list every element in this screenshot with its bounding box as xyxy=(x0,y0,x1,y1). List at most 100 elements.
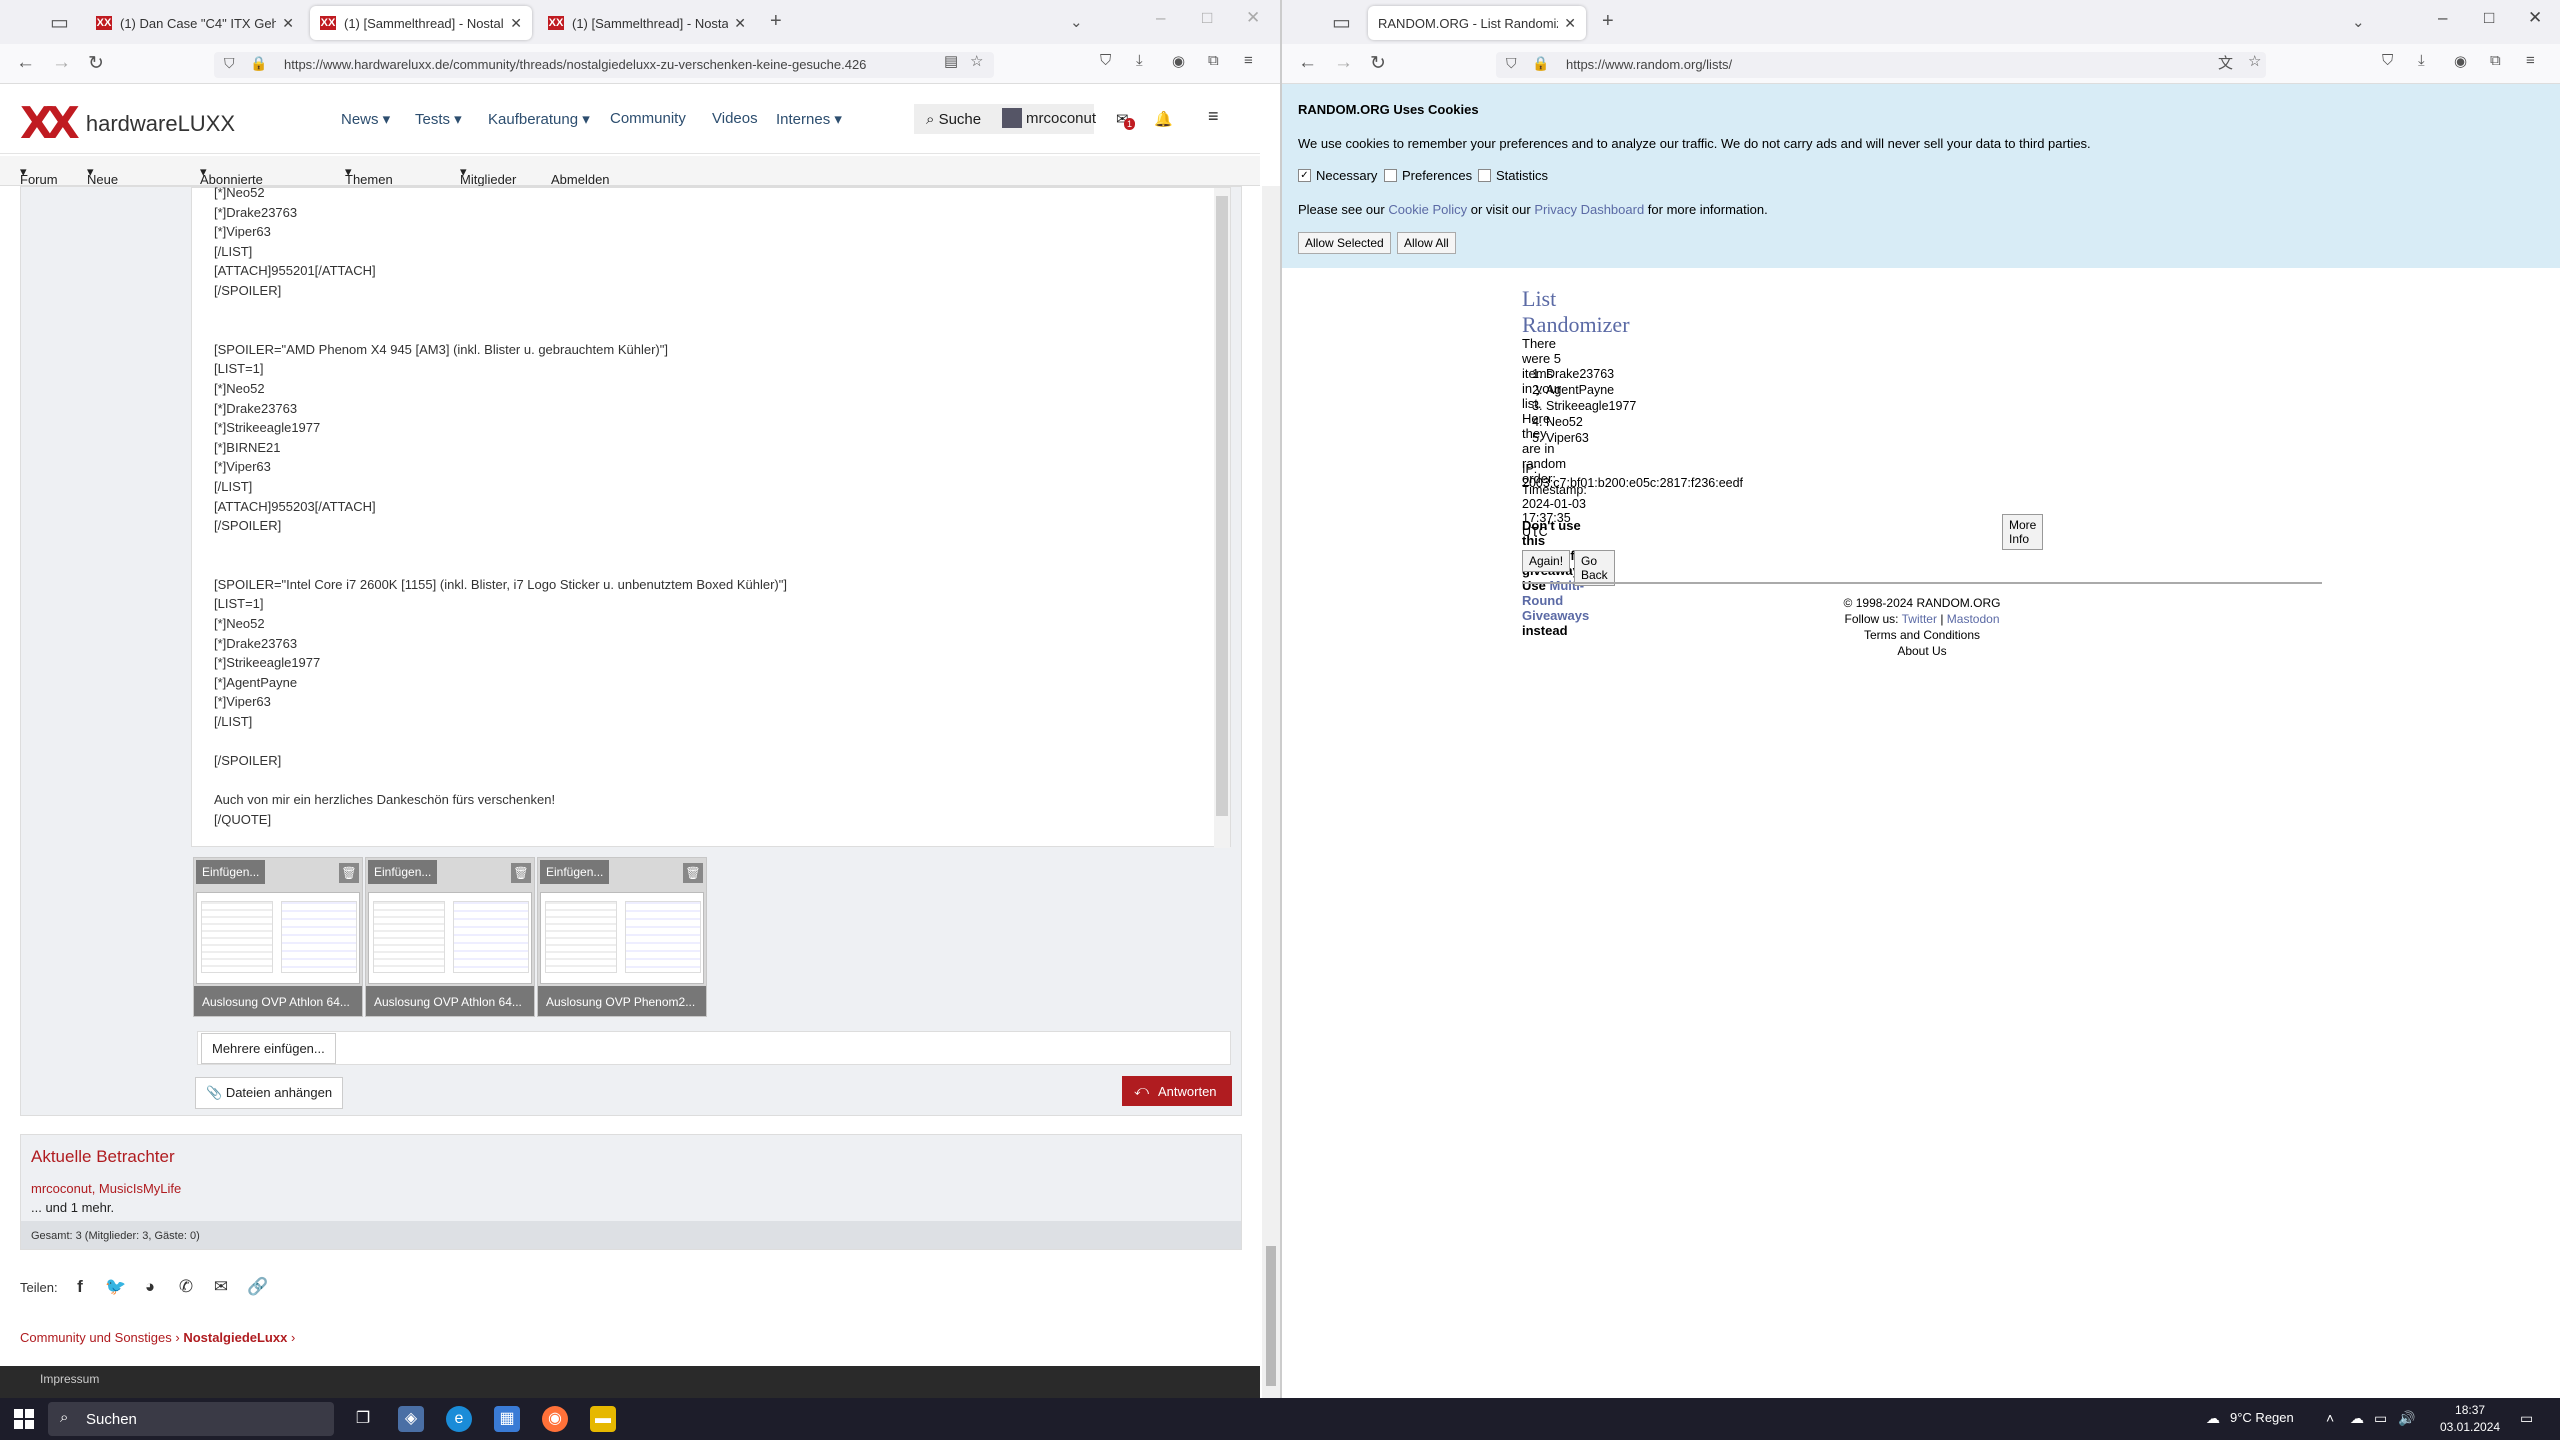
footer-imprint[interactable]: Impressum xyxy=(40,1372,99,1386)
viewer-names[interactable]: mrcoconut, MusicIsMyLife xyxy=(31,1181,181,1196)
minimize-icon[interactable]: – xyxy=(2438,8,2447,28)
page-scrollbar[interactable] xyxy=(1262,186,1280,1398)
insert-more-button[interactable]: Mehrere einfügen... xyxy=(201,1033,336,1064)
menu-icon[interactable]: ≡ xyxy=(1244,52,1253,69)
email-icon[interactable]: ✉ xyxy=(211,1277,231,1297)
close-icon[interactable]: ✕ xyxy=(282,15,294,32)
firefox-icon[interactable]: ◉ xyxy=(542,1406,568,1432)
chevron-up-icon[interactable]: ˄ xyxy=(2326,1410,2334,1426)
download-icon[interactable]: ⤓ xyxy=(1136,52,1143,69)
user-menu[interactable]: mrcoconut xyxy=(1026,110,1096,127)
attach-files-button[interactable]: 📎 Dateien anhängen xyxy=(195,1077,344,1109)
close-window-icon[interactable]: ✕ xyxy=(1246,8,1260,28)
clock[interactable]: 18:37 03.01.2024 xyxy=(2440,1402,2500,1436)
page-scroll-thumb[interactable] xyxy=(1266,1246,1276,1386)
volume-icon[interactable]: 🔊 xyxy=(2398,1410,2415,1427)
go-back-button[interactable]: Go Back xyxy=(1574,550,1615,586)
hamburger-icon[interactable]: ≡ xyxy=(1208,106,1219,127)
more-info-button[interactable]: More Info xyxy=(2002,514,2044,550)
editor-text[interactable]: [*]Neo52 [*]Drake23763 [*]Viper63 [/LIST… xyxy=(214,183,787,830)
lock-icon[interactable]: 🔒 xyxy=(1532,55,1549,72)
delete-attachment-icon[interactable]: 🗑 xyxy=(511,863,531,883)
close-icon[interactable]: ✕ xyxy=(510,15,522,32)
again-button[interactable]: Again! xyxy=(1522,550,1571,572)
maximize-icon[interactable]: □ xyxy=(2484,8,2494,28)
forward-icon[interactable]: → xyxy=(1334,52,1353,74)
menu-icon[interactable]: ≡ xyxy=(2526,52,2535,69)
cloud-icon[interactable]: ☁ xyxy=(2350,1410,2364,1427)
tab-list-icon[interactable]: ⌄ xyxy=(2352,13,2365,31)
insert-attachment-button[interactable]: Einfügen... xyxy=(368,860,438,884)
tab-dan-case[interactable]: XX(1) Dan Case "C4" ITX Gehäuse✕ xyxy=(86,6,304,40)
pocket-icon[interactable]: ⛉ xyxy=(2382,52,2393,69)
weather-text[interactable]: 9°C Regen xyxy=(2230,1410,2294,1425)
task-view-icon[interactable]: ❐ xyxy=(350,1406,376,1432)
avatar[interactable] xyxy=(1002,108,1022,128)
tab-overview-icon[interactable]: ▭ xyxy=(1332,10,1351,35)
subnav-members[interactable]: Mitglieder ▾ xyxy=(460,164,516,187)
calculator-icon[interactable]: ▦ xyxy=(494,1406,520,1432)
site-logo[interactable]: XX hardwareLUXX xyxy=(20,98,235,149)
twitter-icon[interactable]: 🐦 xyxy=(105,1277,126,1297)
cookie-statistics-checkbox[interactable]: Statistics xyxy=(1478,168,1548,183)
extensions-icon[interactable]: ⧉ xyxy=(2490,52,2501,69)
cookie-necessary-checkbox[interactable]: ✓ Necessary xyxy=(1298,168,1377,183)
subnav-subscribed[interactable]: Abonnierte Themen ▾ xyxy=(200,164,263,202)
insert-attachment-button[interactable]: Einfügen... xyxy=(540,860,610,884)
attachment-thumbnail[interactable]: Einfügen... 🗑 Auslosung OVP Phenom2... xyxy=(537,857,707,1017)
privacy-dashboard-link[interactable]: Privacy Dashboard xyxy=(1534,202,1644,217)
allow-selected-button[interactable]: Allow Selected xyxy=(1298,232,1391,254)
new-tab-icon[interactable]: + xyxy=(770,10,782,33)
delete-attachment-icon[interactable]: 🗑 xyxy=(683,863,703,883)
subnav-forum[interactable]: Forum ▾ xyxy=(20,164,58,187)
whatsapp-icon[interactable]: ✆ xyxy=(176,1277,196,1297)
account-icon[interactable]: ◉ xyxy=(2454,52,2467,70)
editor-scroll-thumb[interactable] xyxy=(1216,196,1228,816)
delete-attachment-icon[interactable]: 🗑 xyxy=(339,863,359,883)
maximize-icon[interactable]: □ xyxy=(1202,8,1212,28)
translate-icon[interactable]: 文 xyxy=(2218,52,2233,73)
shield-icon[interactable]: ⛉ xyxy=(1506,55,1517,72)
minimize-icon[interactable]: – xyxy=(1156,8,1165,28)
nav-community[interactable]: Community xyxy=(610,110,686,127)
bbcode-editor[interactable]: [*]Neo52 [*]Drake23763 [*]Viper63 [/LIST… xyxy=(191,185,1231,848)
app-icon[interactable]: ◈ xyxy=(398,1406,424,1432)
bookmark-star-icon[interactable]: ☆ xyxy=(2248,52,2261,70)
terms-link[interactable]: Terms and Conditions xyxy=(1522,628,2322,642)
notification-icon[interactable]: ▭ xyxy=(2520,1410,2533,1427)
pocket-icon[interactable]: ⛉ xyxy=(1100,52,1111,69)
url-bar[interactable]: https://www.random.org/lists/ xyxy=(1496,52,2266,78)
nav-tests[interactable]: Tests ▾ xyxy=(415,110,462,128)
forward-icon[interactable]: → xyxy=(52,52,71,74)
close-icon[interactable]: ✕ xyxy=(734,15,746,32)
nav-internes[interactable]: Internes ▾ xyxy=(776,110,842,128)
attachment-thumbnail[interactable]: Einfügen... 🗑 Auslosung OVP Athlon 64... xyxy=(365,857,535,1017)
tab-sammelthread[interactable]: XX(1) [Sammelthread] - Nostalgie✕ xyxy=(538,6,756,40)
reddit-icon[interactable]: ◕ xyxy=(140,1277,160,1297)
account-icon[interactable]: ◉ xyxy=(1172,52,1185,70)
insert-attachment-button[interactable]: Einfügen... xyxy=(196,860,266,884)
allow-all-button[interactable]: Allow All xyxy=(1397,232,1456,254)
edge-icon[interactable]: e xyxy=(446,1406,472,1432)
nav-videos[interactable]: Videos xyxy=(712,110,758,127)
cookie-policy-link[interactable]: Cookie Policy xyxy=(1388,202,1467,217)
editor-scrollbar[interactable] xyxy=(1214,188,1230,848)
reload-icon[interactable]: ↻ xyxy=(1370,52,1386,75)
breadcrumb-item[interactable]: Community und Sonstiges xyxy=(20,1330,172,1345)
nav-news[interactable]: News ▾ xyxy=(341,110,390,128)
link-icon[interactable]: 🔗 xyxy=(247,1277,268,1297)
reload-icon[interactable]: ↻ xyxy=(88,52,104,75)
tab-random-org[interactable]: RRANDOM.ORG - List Randomiz✕ xyxy=(1368,6,1586,40)
facebook-icon[interactable]: f xyxy=(70,1277,90,1297)
close-icon[interactable]: ✕ xyxy=(1564,15,1576,32)
new-tab-icon[interactable]: + xyxy=(1602,10,1614,33)
breadcrumb-item[interactable]: NostalgiedeLuxx xyxy=(183,1330,287,1345)
taskbar-search[interactable]: ⌕ Suchen xyxy=(48,1402,334,1436)
extensions-icon[interactable]: ⧉ xyxy=(1208,52,1219,69)
about-link[interactable]: About Us xyxy=(1522,644,2322,658)
download-icon[interactable]: ⤓ xyxy=(2418,52,2425,69)
subnav-find-threads[interactable]: Themen finden ▾ xyxy=(345,164,393,202)
windows-start-icon[interactable] xyxy=(14,1409,34,1429)
tab-list-icon[interactable]: ⌄ xyxy=(1070,13,1083,31)
subnav-new-posts[interactable]: Neue Beiträge ▾ xyxy=(87,164,135,202)
